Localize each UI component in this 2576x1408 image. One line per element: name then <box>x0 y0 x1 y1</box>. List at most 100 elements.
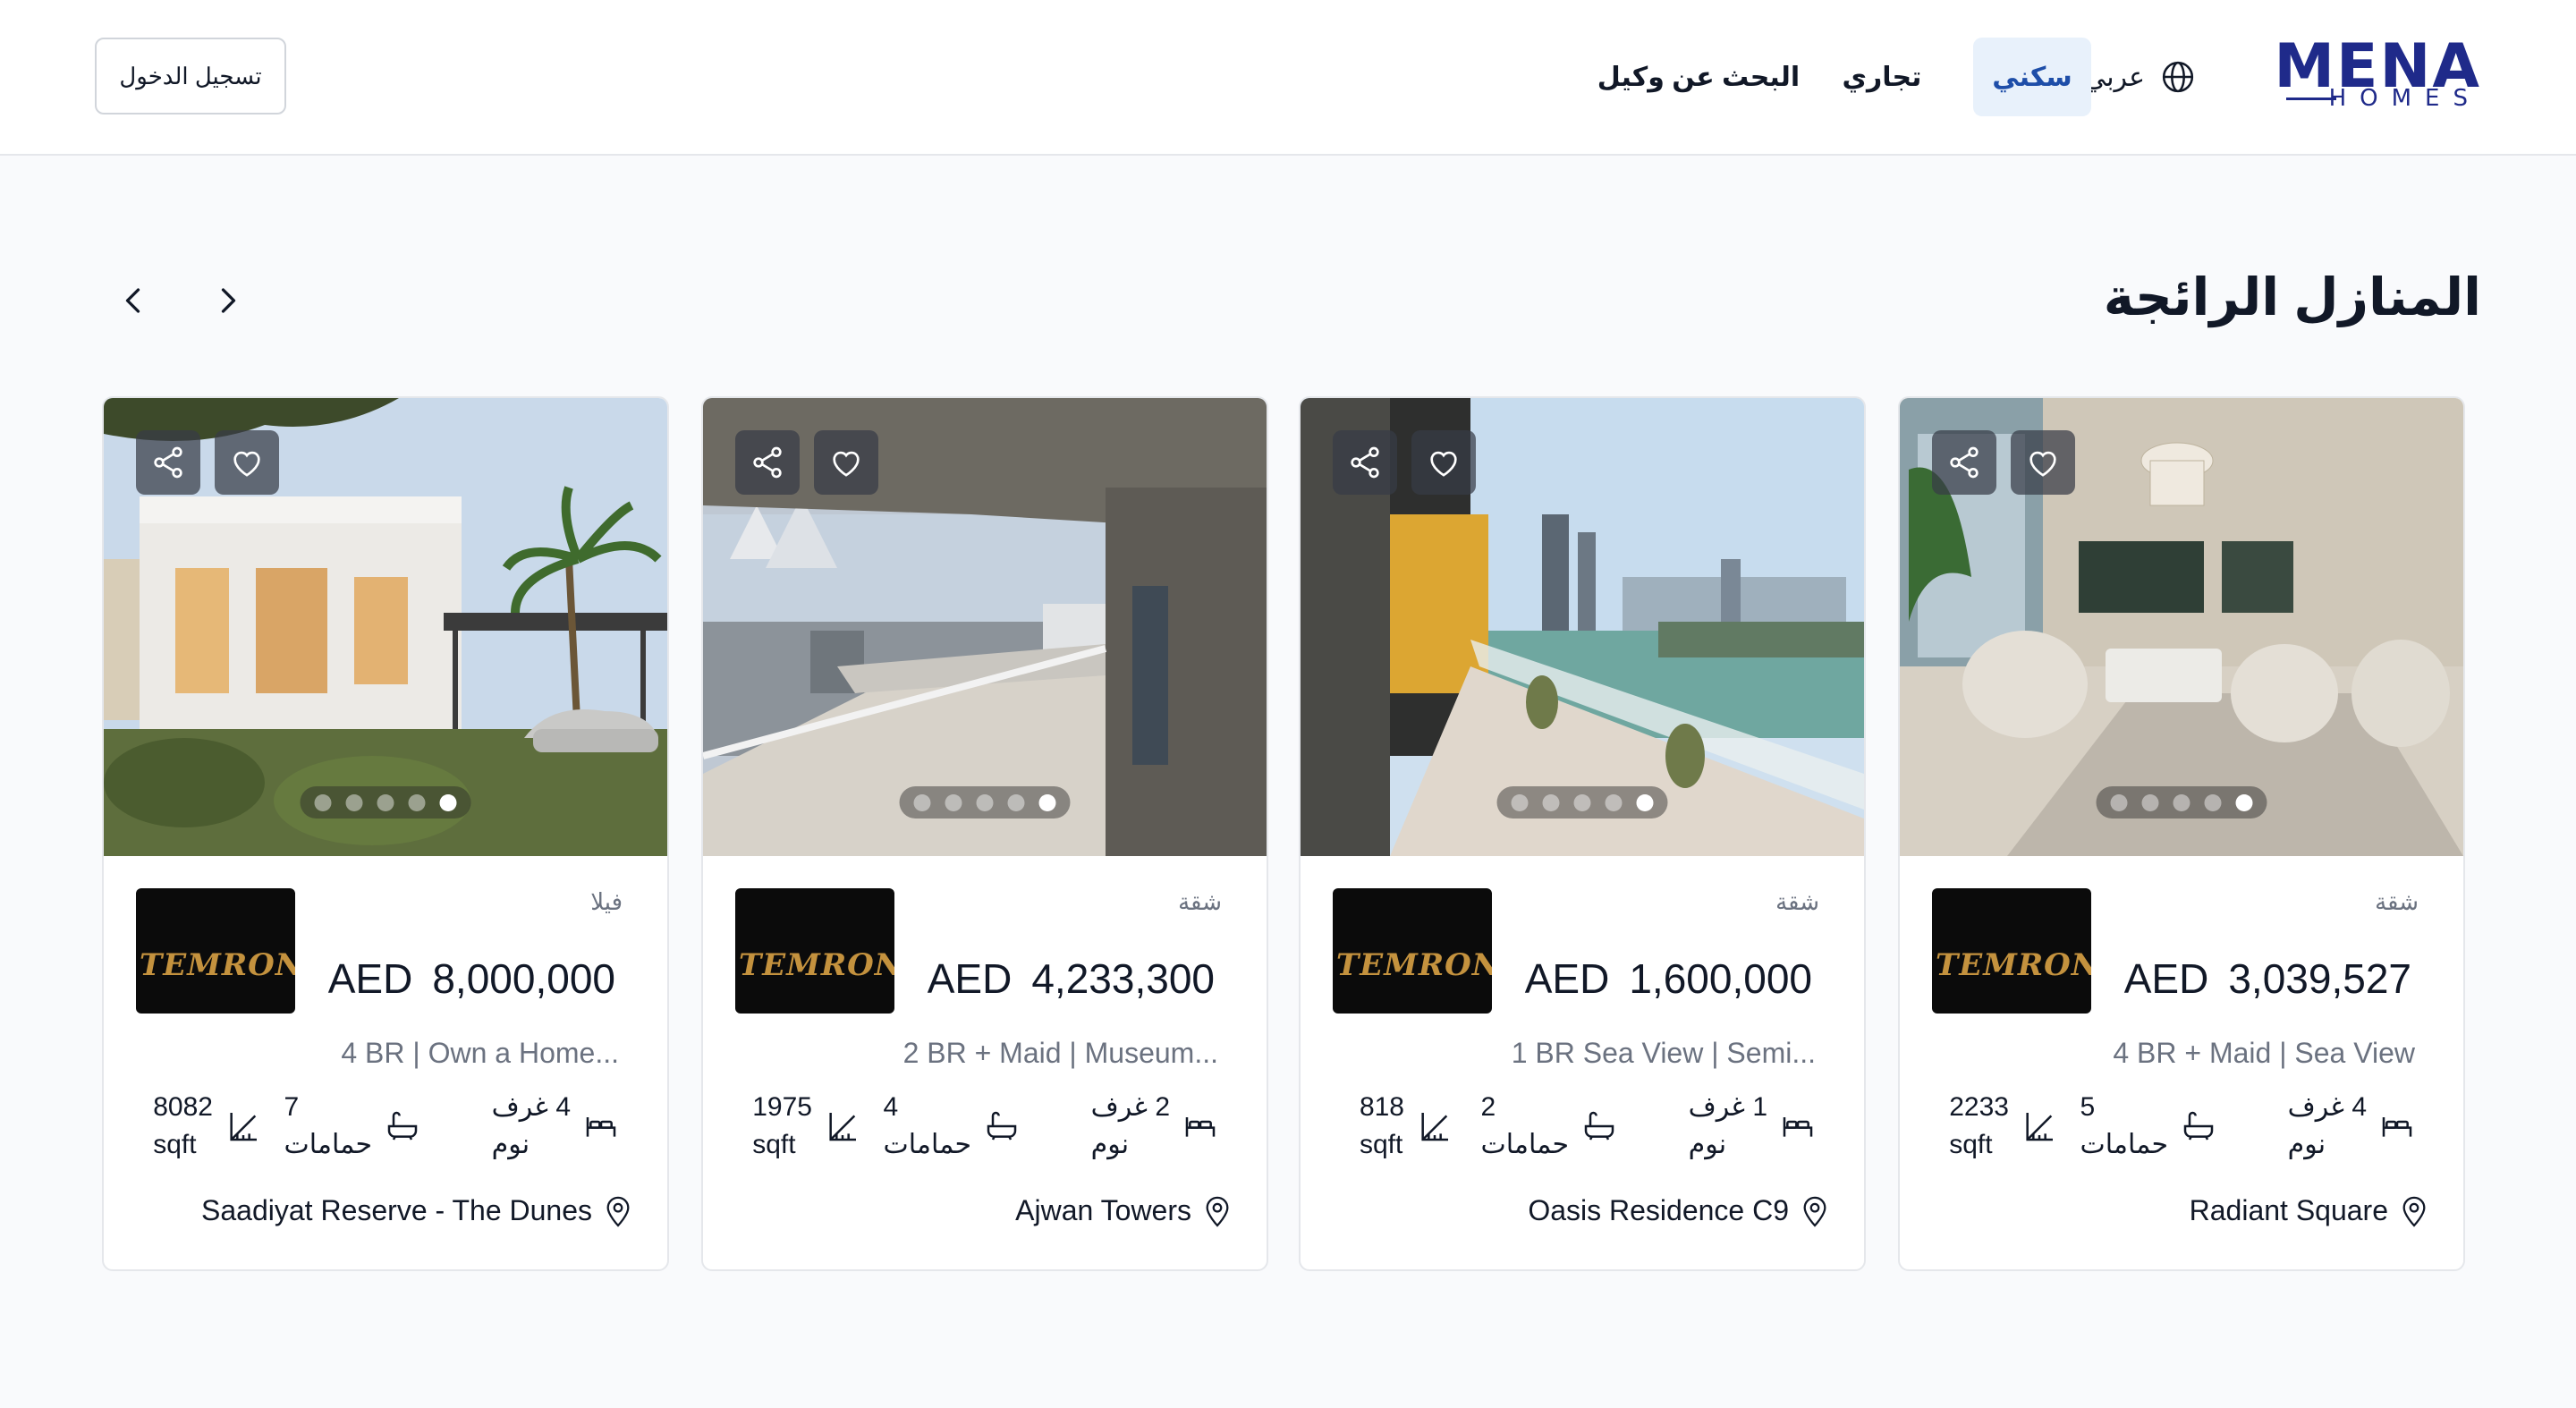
property-card[interactable]: TEMRON شقة AED 4,233,300 2 BR + Maid | M… <box>701 396 1268 1271</box>
share-icon <box>1950 446 1979 479</box>
location-label: Oasis Residence C9 <box>1528 1193 1789 1226</box>
carousel-next-button[interactable] <box>200 274 254 327</box>
baths-value: 4 <box>883 1092 899 1122</box>
carousel-dot-active[interactable] <box>2235 793 2253 811</box>
price-currency: AED <box>1524 955 1610 1002</box>
favorite-button[interactable] <box>2011 430 2075 495</box>
location-label: Saadiyat Reserve - The Dunes <box>201 1193 592 1226</box>
login-button[interactable]: تسجيل الدخول <box>95 38 286 115</box>
bath-icon <box>1584 1111 1614 1141</box>
bed-icon <box>2382 1117 2412 1137</box>
carousel-dot[interactable] <box>408 793 426 811</box>
area-icon <box>230 1113 257 1141</box>
property-description: 2 BR + Maid | Museum... <box>902 1037 1218 1069</box>
bedrooms-unit: نوم <box>1090 1130 1130 1159</box>
carousel-prev-button[interactable] <box>107 274 161 327</box>
area-icon <box>829 1113 856 1141</box>
bedrooms-unit: نوم <box>491 1130 530 1159</box>
area-value: 1975 <box>752 1092 812 1122</box>
property-image-carousel[interactable] <box>1900 398 2463 856</box>
area-feature: 2233 sqft <box>1949 1090 2057 1162</box>
area-unit: sqft <box>153 1130 197 1159</box>
property-location[interactable]: Radiant Square <box>2190 1192 2429 1228</box>
favorite-button[interactable] <box>814 430 878 495</box>
location-label: Radiant Square <box>2189 1193 2388 1226</box>
carousel-dot[interactable] <box>314 793 332 811</box>
nav-tab-residential[interactable]: سكني <box>1973 38 2091 116</box>
baths-value: 7 <box>284 1092 300 1122</box>
language-switcher[interactable]: عربي <box>2084 55 2195 98</box>
carousel-dot-active[interactable] <box>1038 793 1056 811</box>
property-card[interactable]: TEMRON فيلا AED 8,000,000 4 BR | Own a H… <box>102 396 669 1271</box>
carousel-dot[interactable] <box>2173 793 2190 811</box>
carousel-dot-active[interactable] <box>439 793 457 811</box>
baths-unit: حمامات <box>284 1130 372 1159</box>
property-type: شقة <box>1775 888 1819 915</box>
share-button[interactable] <box>136 430 200 495</box>
property-image-carousel[interactable] <box>703 398 1267 856</box>
agency-logo[interactable]: TEMRON <box>1333 888 1492 1014</box>
property-location[interactable]: Ajwan Towers <box>1015 1192 1233 1228</box>
heart-icon <box>2029 451 2056 477</box>
carousel-dot[interactable] <box>2204 793 2222 811</box>
nav-tab-commercial[interactable]: تجاري <box>1819 38 1945 116</box>
section-title: المنازل الرائجة <box>2103 268 2481 327</box>
carousel-dot[interactable] <box>1605 793 1623 811</box>
nav-tab-find-agent[interactable]: البحث عن وكيل <box>1596 38 1801 116</box>
bedrooms-feature: 2 غرف نوم <box>1091 1090 1218 1162</box>
property-location[interactable]: Saadiyat Reserve - The Dunes <box>201 1192 633 1228</box>
carousel-dot[interactable] <box>1511 793 1529 811</box>
carousel-dot[interactable] <box>945 793 962 811</box>
price-amount: 3,039,527 <box>2228 955 2411 1002</box>
area-feature: 818 sqft <box>1360 1090 1453 1162</box>
baths-feature: 5 حمامات <box>2080 1090 2216 1162</box>
language-label: عربي <box>2084 62 2145 92</box>
carousel-dot[interactable] <box>1542 793 1560 811</box>
location-pin-icon <box>606 1196 630 1227</box>
mena-homes-logo[interactable]: MENA HOMES <box>2274 36 2481 113</box>
share-button[interactable] <box>1932 430 1996 495</box>
property-price: AED 1,600,000 <box>1525 954 1812 1003</box>
property-image-carousel[interactable] <box>104 398 667 856</box>
property-price: AED 3,039,527 <box>2124 954 2411 1003</box>
carousel-dot[interactable] <box>2110 793 2128 811</box>
agency-logo[interactable]: TEMRON <box>1932 888 2091 1014</box>
property-price: AED 4,233,300 <box>928 954 1215 1003</box>
carousel-dot[interactable] <box>2141 793 2159 811</box>
favorite-button[interactable] <box>215 430 279 495</box>
bedrooms-value: 4 غرف <box>2287 1092 2367 1122</box>
price-currency: AED <box>327 955 413 1002</box>
area-feature: 8082 sqft <box>153 1090 261 1162</box>
carousel-dot-active[interactable] <box>1636 793 1654 811</box>
bath-icon <box>387 1111 418 1141</box>
top-navbar: MENA HOMES عربي سكني تجاري البحث عن وكيل… <box>0 0 2576 156</box>
carousel-dot[interactable] <box>976 793 994 811</box>
carousel-dot[interactable] <box>1007 793 1025 811</box>
baths-value: 2 <box>1480 1092 1496 1122</box>
share-icon <box>753 446 782 479</box>
carousel-dot[interactable] <box>377 793 394 811</box>
baths-value: 5 <box>2080 1092 2096 1122</box>
share-button[interactable] <box>1333 430 1397 495</box>
bedrooms-unit: نوم <box>2287 1130 2326 1159</box>
area-value: 818 <box>1359 1092 1404 1122</box>
property-card[interactable]: TEMRON شقة AED 3,039,527 4 BR + Maid | S… <box>1898 396 2465 1271</box>
agency-logo[interactable]: TEMRON <box>735 888 894 1014</box>
favorite-button[interactable] <box>1411 430 1476 495</box>
property-image-carousel[interactable] <box>1301 398 1864 856</box>
carousel-dot[interactable] <box>913 793 931 811</box>
bath-icon <box>987 1111 1017 1141</box>
location-pin-icon <box>2402 1196 2426 1227</box>
bedrooms-feature: 1 غرف نوم <box>1689 1090 1816 1162</box>
property-description: 1 BR Sea View | Semi... <box>1511 1037 1816 1069</box>
property-card[interactable]: TEMRON شقة AED 1,600,000 1 BR Sea View |… <box>1299 396 1866 1271</box>
carousel-dot[interactable] <box>1573 793 1591 811</box>
carousel-dot[interactable] <box>345 793 363 811</box>
bath-icon <box>2183 1111 2214 1141</box>
share-button[interactable] <box>735 430 800 495</box>
agency-name: TEMRON <box>140 947 295 983</box>
property-location[interactable]: Oasis Residence C9 <box>1528 1192 1830 1228</box>
area-unit: sqft <box>1949 1130 1993 1159</box>
carousel-dots <box>1496 786 1668 819</box>
agency-logo[interactable]: TEMRON <box>136 888 295 1014</box>
